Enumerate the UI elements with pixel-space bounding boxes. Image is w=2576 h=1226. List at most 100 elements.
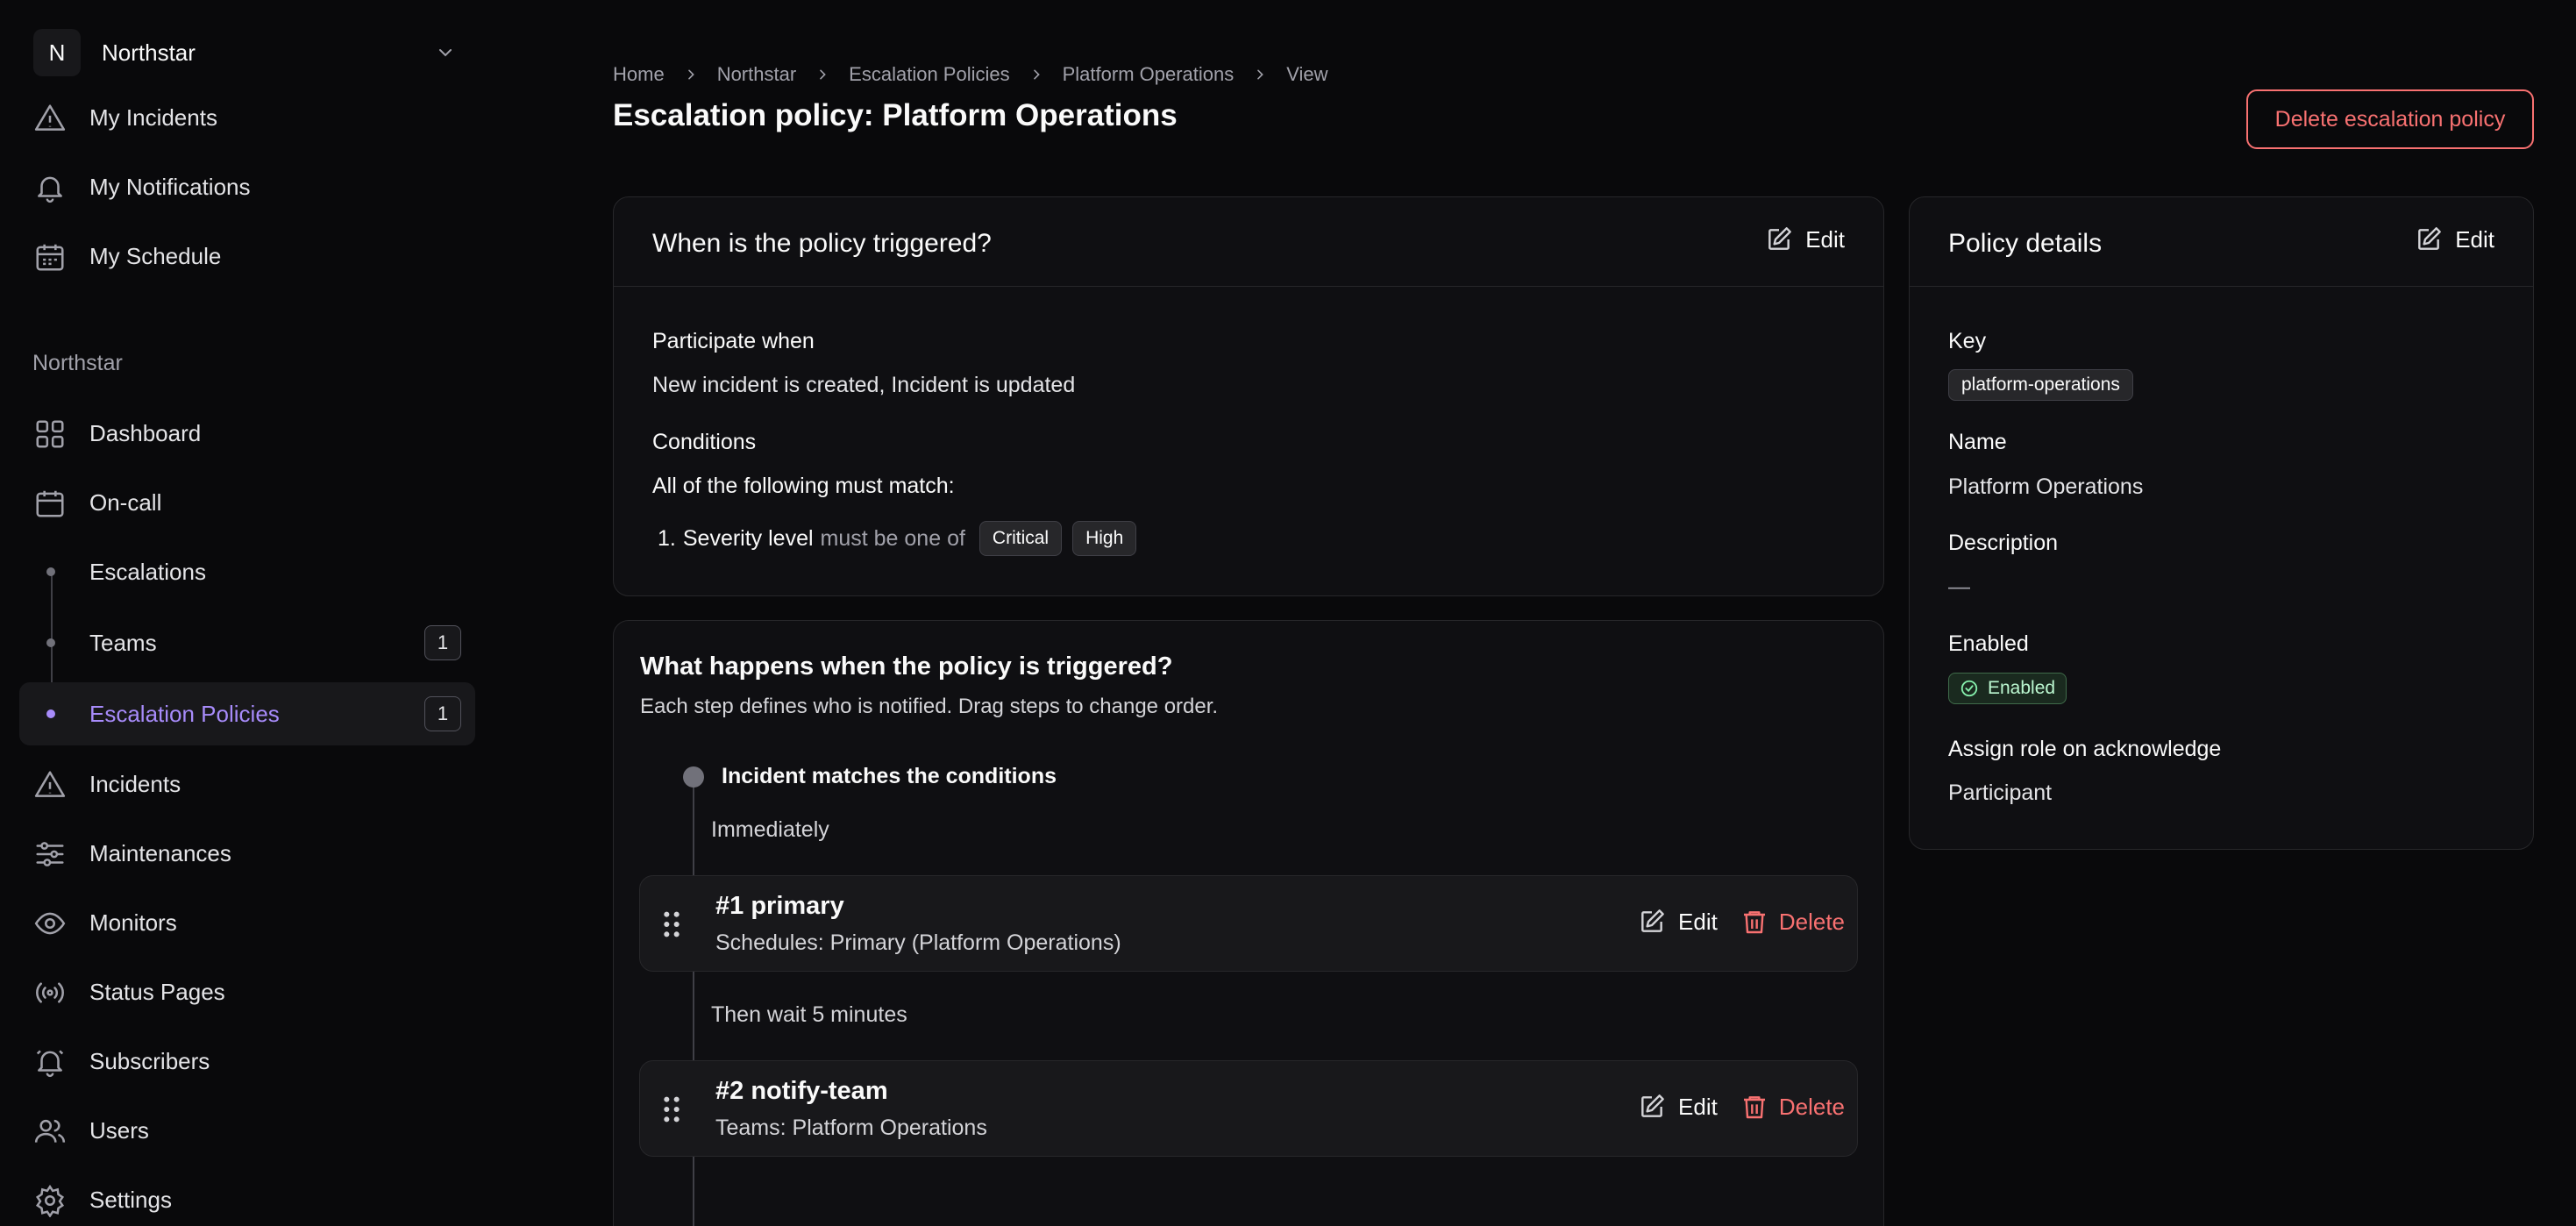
nav-my-notifications[interactable]: My Notifications [19, 155, 475, 218]
breadcrumb-org[interactable]: Northstar [717, 63, 796, 86]
edit-label: Edit [1805, 225, 1845, 253]
condition-operator: must be one of [820, 525, 965, 551]
key-label: Key [1948, 329, 1987, 353]
timeline-delay-label: Immediately [711, 817, 829, 842]
edit-trigger-button[interactable]: Edit [1765, 225, 1845, 253]
description-label: Description [1948, 531, 2059, 555]
timeline-start-label: Incident matches the conditions [722, 764, 1057, 788]
nav-tree-dot [46, 709, 55, 718]
enabled-label: Enabled [1948, 631, 2029, 656]
match-label: All of the following must match: [652, 474, 955, 498]
nav-status-pages[interactable]: Status Pages [19, 960, 475, 1023]
nav-subscribers[interactable]: Subscribers [19, 1030, 475, 1093]
nav-escalation-policies[interactable]: Escalation Policies 1 [19, 682, 475, 745]
calendar-icon [36, 490, 64, 517]
condition-row: 1. Severity level must be one of Critica… [658, 521, 1137, 556]
gear-icon [35, 1184, 65, 1217]
nav-dashboard[interactable]: Dashboard [19, 402, 475, 465]
participate-value: New incident is created, Incident is upd… [652, 373, 1076, 397]
edit-icon [1768, 227, 1792, 250]
condition-value-tag: High [1072, 521, 1137, 556]
breadcrumb-policy[interactable]: Platform Operations [1063, 63, 1235, 86]
nav-label: Dashboard [89, 419, 202, 446]
breadcrumb: Home Northstar Escalation Policies Platf… [613, 61, 1328, 88]
nav-label: Maintenances [89, 839, 231, 866]
card-subtitle: Each step defines who is notified. Drag … [640, 695, 1219, 718]
participate-label: Participate when [652, 329, 815, 353]
nav-label: My Notifications [89, 173, 251, 200]
nav-escalations[interactable]: Escalations [19, 540, 475, 603]
escalation-step[interactable]: #1 primary Schedules: Primary (Platform … [639, 875, 1858, 972]
step-actions: Edit Delete [1638, 1093, 1845, 1121]
nav-label: Teams [89, 629, 157, 656]
edit-step-button[interactable]: Edit [1638, 908, 1718, 936]
nav-label: Escalation Policies [89, 700, 280, 727]
breadcrumb-home[interactable]: Home [613, 63, 665, 86]
drag-handle-icon[interactable] [659, 1094, 684, 1124]
nav-tree-dot [46, 638, 55, 647]
delete-step-button[interactable]: Delete [1740, 1093, 1845, 1121]
chevron-down-icon [439, 49, 452, 57]
name-label: Name [1948, 430, 2007, 454]
nav-my-incidents[interactable]: My Incidents [19, 86, 475, 149]
eye-icon [34, 912, 66, 935]
step-title: #2 notify-team [715, 1077, 888, 1105]
chevron-right-icon [1257, 69, 1264, 80]
edit-icon [1641, 909, 1664, 932]
page-title: Escalation policy: Platform Operations [613, 98, 1178, 132]
nav-oncall[interactable]: On-call [19, 471, 475, 534]
edit-label: Edit [1678, 908, 1718, 935]
org-switcher[interactable]: N Northstar [33, 26, 463, 79]
timeline-line [693, 767, 694, 1226]
role-label: Assign role on acknowledge [1948, 737, 2222, 761]
edit-step-button[interactable]: Edit [1638, 1093, 1718, 1121]
nav-monitors[interactable]: Monitors [19, 891, 475, 954]
nav-label: Settings [89, 1186, 172, 1213]
grid-icon [36, 420, 64, 448]
card-header: Policy details Edit [1910, 197, 2533, 287]
nav-settings[interactable]: Settings [19, 1168, 475, 1226]
nav-label: My Incidents [89, 103, 217, 131]
edit-details-button[interactable]: Edit [2415, 225, 2494, 253]
delete-step-button[interactable]: Delete [1740, 908, 1845, 936]
card-title: When is the policy triggered? [652, 229, 992, 258]
nav-maintenances[interactable]: Maintenances [19, 822, 475, 885]
nav-incidents[interactable]: Incidents [19, 752, 475, 816]
nav-label: Status Pages [89, 978, 225, 1005]
delete-policy-button[interactable]: Delete escalation policy [2246, 89, 2534, 149]
delete-label: Delete [1778, 1093, 1845, 1120]
drag-handle-icon[interactable] [659, 909, 684, 939]
nav-label: My Schedule [89, 242, 222, 269]
condition-index: 1. [658, 525, 676, 551]
nav-label: Escalations [89, 558, 206, 585]
nav-label: On-call [89, 488, 162, 516]
nav-users[interactable]: Users [19, 1099, 475, 1162]
step-subtitle: Teams: Platform Operations [715, 1116, 987, 1140]
chevron-right-icon [1033, 69, 1040, 80]
description-value: — [1948, 574, 1970, 599]
delete-label: Delete [1778, 908, 1845, 935]
key-value-tag: platform-operations [1948, 369, 2133, 401]
nav-teams[interactable]: Teams 1 [19, 611, 475, 674]
users-icon [34, 1119, 66, 1143]
nav-my-schedule[interactable]: My Schedule [19, 225, 475, 288]
status-badge: Enabled [1948, 673, 2067, 704]
nav-tree-dot [46, 567, 55, 576]
count-badge: 1 [424, 625, 461, 660]
edit-label: Edit [2455, 225, 2494, 253]
details-card: Policy details Edit Key platform-operati… [1909, 196, 2534, 850]
nav-label: Users [89, 1116, 149, 1144]
count-badge: 1 [424, 696, 461, 731]
sidebar-section-title: Northstar [32, 351, 123, 375]
role-value: Participant [1948, 781, 2053, 805]
nav-label: Monitors [89, 909, 177, 936]
condition-field: Severity level [682, 525, 814, 551]
breadcrumb-escalation-policies[interactable]: Escalation Policies [849, 63, 1009, 86]
chevron-right-icon [820, 69, 826, 80]
step-title: #1 primary [715, 892, 844, 920]
escalation-step[interactable]: #2 notify-team Teams: Platform Operation… [639, 1060, 1858, 1157]
status-badge-label: Enabled [1988, 678, 2056, 698]
condition-value-tag: Critical [978, 521, 1063, 556]
alert-triangle-icon [34, 104, 66, 131]
alert-triangle-icon [34, 771, 66, 797]
